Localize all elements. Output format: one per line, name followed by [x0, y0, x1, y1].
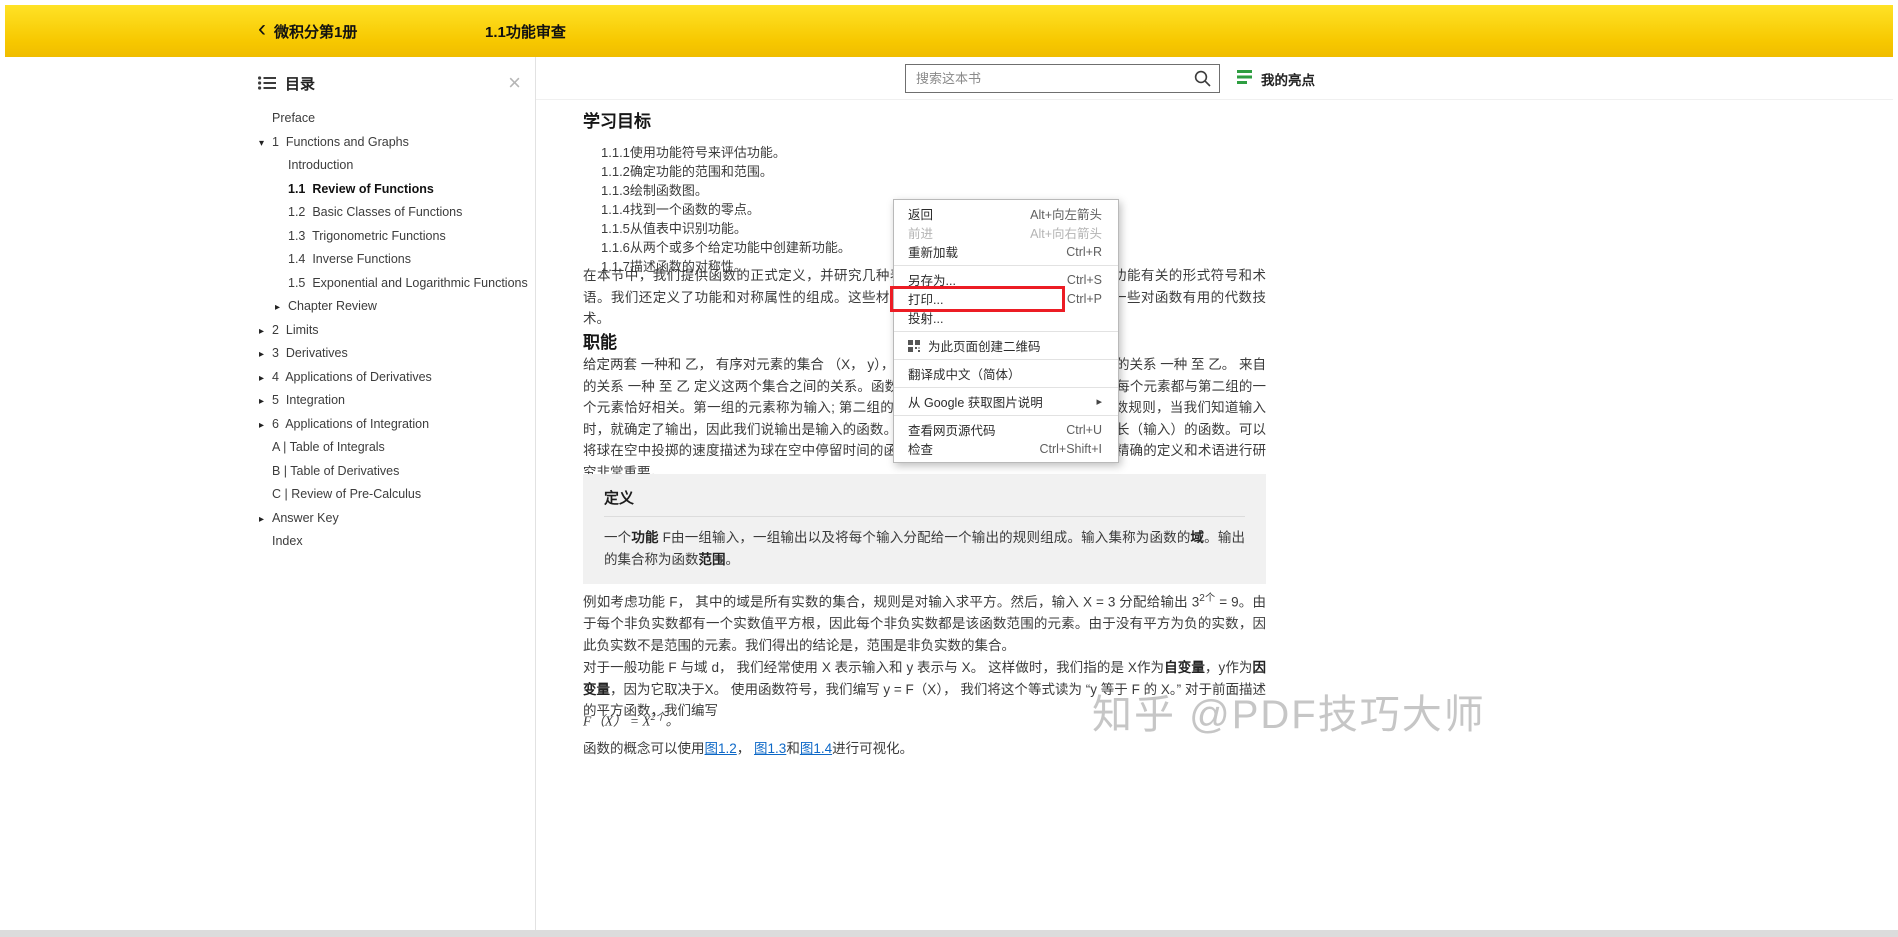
sidebar-item-ch2-limits[interactable]: ▸ 2 Limits: [250, 319, 535, 343]
menu-item-create-qr-code[interactable]: 为此页面创建二维码: [894, 336, 1118, 355]
page-title: 1.1功能审查: [485, 23, 566, 41]
menu-item-translate[interactable]: 翻译成中文（简体）: [894, 364, 1118, 383]
definition-box: 定义 一个功能 F由一组输入，一组输出以及将每个输入分配给一个输出的规则组成。输…: [583, 474, 1266, 584]
text-span: 和: [786, 741, 800, 756]
formula-base: F（X） = X: [583, 713, 651, 729]
text-span: 对于一般功能 F 与域 d， 我们经常使用 X 表示输入和 y 表示与 X。 这…: [583, 660, 1165, 675]
sidebar-item-appendix-a[interactable]: A | Table of Integrals: [250, 436, 535, 460]
my-highlights-button[interactable]: 我的亮点: [1237, 69, 1315, 89]
figure-link-1-3[interactable]: 图1.3: [754, 741, 786, 756]
bold-term: 域: [1190, 530, 1205, 545]
chevron-right-icon[interactable]: ▸: [259, 508, 272, 532]
browser-screenshot: ‹ 微积分第1册 1.1功能审查 目录 × Preface ▾ 1 Functio…: [0, 0, 1898, 937]
sidebar-item-appendix-c[interactable]: C | Review of Pre-Calculus: [250, 483, 535, 507]
book-title: 微积分第1册: [274, 23, 358, 41]
sidebar-item-1-1-review-of-functions[interactable]: 1.1 Review of Functions: [250, 178, 535, 202]
toc-panel: 目录 × Preface ▾ 1 Functions and Graphs Int…: [250, 57, 535, 930]
sidebar-item-introduction[interactable]: Introduction: [250, 154, 535, 178]
menu-separator: [894, 359, 1118, 360]
sidebar-item-ch1-functions-and-graphs[interactable]: ▾ 1 Functions and Graphs: [250, 131, 535, 155]
menu-item-print[interactable]: 打印... Ctrl+P: [894, 289, 1118, 308]
sidebar-item-preface[interactable]: Preface: [250, 107, 535, 131]
chevron-right-icon[interactable]: ▸: [259, 367, 272, 391]
page-bottom-edge: [0, 930, 1898, 937]
definition-text: 一个功能 F由一组输入，一组输出以及将每个输入分配给一个输出的规则组成。输入集称…: [604, 527, 1245, 570]
text-span: 例如考虑功能 F， 其中的域是所有实数的集合，规则是对输入求平方。然后，输入 X…: [583, 594, 1200, 610]
definition-title: 定义: [604, 487, 1245, 517]
bold-term: 范围: [698, 551, 726, 567]
text-span: 。: [665, 713, 680, 729]
figure-link-1-4[interactable]: 图1.4: [800, 741, 832, 756]
text-span: ，y作为: [1204, 660, 1253, 675]
submenu-arrow-icon: ▸: [1096, 396, 1102, 408]
sidebar-item-1-3-trigonometric[interactable]: 1.3 Trigonometric Functions: [250, 225, 535, 249]
bold-term: 功能: [631, 530, 659, 545]
text-span: ，: [736, 741, 755, 756]
superscript: 2个: [1199, 593, 1216, 604]
qr-code-icon: [908, 339, 920, 352]
sidebar-item-index[interactable]: Index: [250, 530, 535, 554]
objectives-title: 学习目标: [583, 112, 651, 131]
sidebar-item-1-4-inverse[interactable]: 1.4 Inverse Functions: [250, 248, 535, 272]
figure-link-1-2[interactable]: 图1.2: [705, 741, 737, 756]
sidebar-item-ch5-integration[interactable]: ▸ 5 Integration: [250, 389, 535, 413]
objective-item: 1.1.1使用功能符号来评估功能。: [601, 145, 786, 160]
sidebar-item-ch4-applications-of-derivatives[interactable]: ▸ 4 Applications of Derivatives: [250, 366, 535, 390]
bold-term: 自变量: [1164, 660, 1205, 675]
back-button[interactable]: ‹ 微积分第1册: [258, 5, 357, 57]
sidebar-item-answer-key[interactable]: ▸ Answer Key: [250, 507, 535, 531]
sidebar-item-ch3-derivatives[interactable]: ▸ 3 Derivatives: [250, 342, 535, 366]
toc-title: 目录: [285, 75, 316, 93]
top-bar: ‹ 微积分第1册 1.1功能审查: [5, 5, 1893, 57]
watermark: 知乎 @PDF技巧大师: [1092, 693, 1486, 737]
menu-item-save-as[interactable]: 另存为... Ctrl+S: [894, 270, 1118, 289]
chevron-down-icon[interactable]: ▾: [259, 132, 272, 156]
sidebar-item-ch6-applications-of-integration[interactable]: ▸ 6 Applications of Integration: [250, 413, 535, 437]
figures-paragraph: 函数的概念可以使用图1.2， 图1.3和图1.4进行可视化。: [583, 738, 1266, 760]
content-toolbar: 我的亮点: [536, 57, 1893, 100]
sidebar-item-1-2-basic-classes[interactable]: 1.2 Basic Classes of Functions: [250, 201, 535, 225]
toc-header: 目录 ×: [250, 57, 535, 94]
superscript: 2个: [650, 712, 666, 723]
objective-item: 1.1.3绘制函数图。: [601, 183, 708, 198]
toc-list: Preface ▾ 1 Functions and Graphs Introduc…: [250, 107, 535, 554]
example-paragraph: 例如考虑功能 F， 其中的域是所有实数的集合，规则是对输入求平方。然后，输入 X…: [583, 588, 1266, 656]
search-icon[interactable]: [1194, 70, 1211, 92]
menu-separator: [894, 265, 1118, 266]
text-span: 进行可视化。: [832, 741, 914, 756]
menu-item-cast[interactable]: 投射...: [894, 308, 1118, 327]
menu-item-back[interactable]: 返回 Alt+向左箭头: [894, 204, 1118, 223]
text-span: F由一组输入，一组输出以及将每个输入分配给一个输出的规则组成。输入集称为函数的: [658, 530, 1191, 545]
context-menu: 返回 Alt+向左箭头 前进 Alt+向右箭头 重新加载 Ctrl+R 另存为... C…: [893, 199, 1119, 463]
highlights-label: 我的亮点: [1261, 73, 1315, 88]
chevron-right-icon[interactable]: ▸: [275, 296, 288, 320]
menu-item-get-image-descriptions[interactable]: 从 Google 获取图片说明 ▸: [894, 392, 1118, 411]
chevron-right-icon[interactable]: ▸: [259, 390, 272, 414]
text-span: 函数的概念可以使用: [583, 741, 705, 756]
menu-item-inspect[interactable]: 检查 Ctrl+Shift+I: [894, 439, 1118, 458]
chevron-right-icon[interactable]: ▸: [259, 414, 272, 438]
text-span: 一个: [604, 530, 632, 545]
menu-separator: [894, 331, 1118, 332]
chevron-left-icon: ‹: [258, 15, 266, 42]
menu-item-view-source[interactable]: 查看网页源代码 Ctrl+U: [894, 420, 1118, 439]
menu-separator: [894, 415, 1118, 416]
close-icon[interactable]: ×: [508, 72, 521, 94]
text-span: 。: [725, 551, 740, 567]
menu-item-reload[interactable]: 重新加载 Ctrl+R: [894, 242, 1118, 261]
search-input[interactable]: [905, 64, 1220, 93]
search-box: [905, 64, 1220, 93]
chevron-right-icon[interactable]: ▸: [259, 320, 272, 344]
main-content: 我的亮点 学习目标 1.1.1使用功能符号来评估功能。 1.1.2确定功能的范围…: [536, 57, 1893, 930]
toc-list-icon: [258, 76, 276, 90]
sidebar-item-appendix-b[interactable]: B | Table of Derivatives: [250, 460, 535, 484]
sidebar-item-1-5-exp-log[interactable]: 1.5 Exponential and Logarithmic Function…: [250, 272, 535, 296]
menu-item-forward: 前进 Alt+向右箭头: [908, 227, 1102, 241]
highlights-icon: [1237, 70, 1253, 88]
sidebar-item-chapter-review[interactable]: ▸ Chapter Review: [250, 295, 535, 319]
objective-item: 1.1.2确定功能的范围和范围。: [601, 164, 773, 179]
chevron-right-icon[interactable]: ▸: [259, 343, 272, 367]
menu-separator: [894, 387, 1118, 388]
